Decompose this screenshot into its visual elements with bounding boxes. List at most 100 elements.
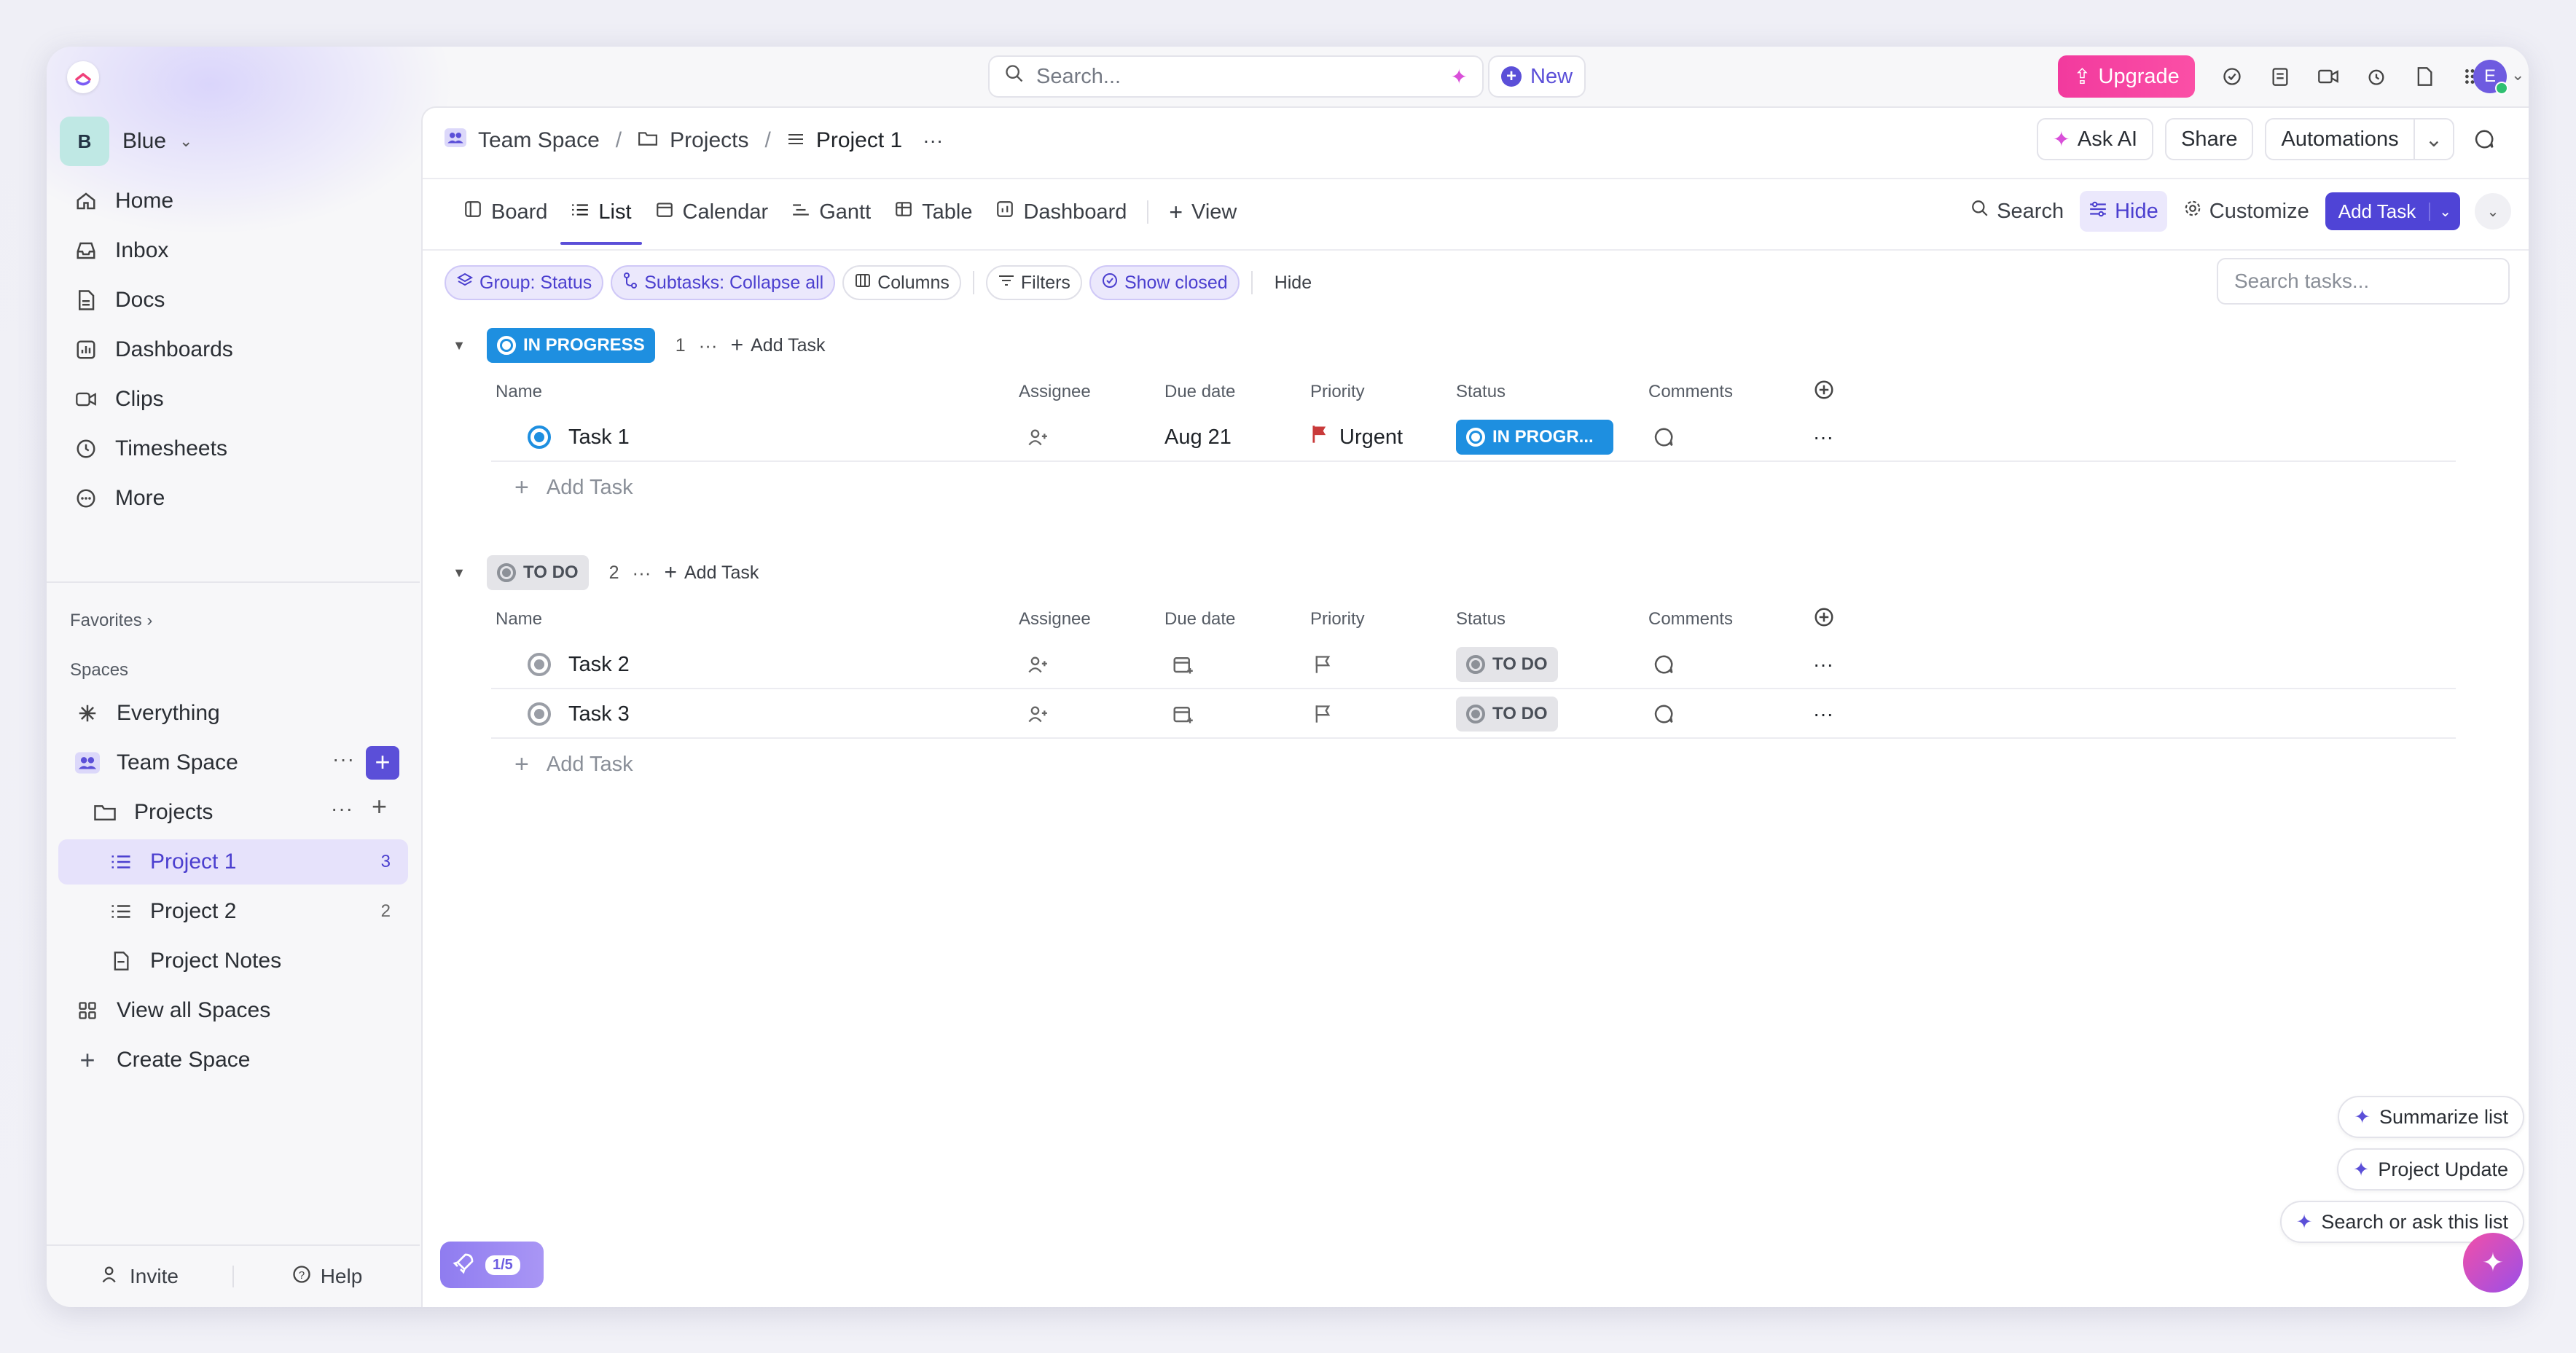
table-row[interactable]: Task 3 TO DO ··· [491, 689, 2456, 739]
help-button[interactable]: ? Help [234, 1264, 420, 1290]
more-dots-icon[interactable]: ··· [332, 748, 355, 771]
video-icon[interactable] [2311, 60, 2345, 93]
status-cell[interactable]: TO DO [1456, 640, 1558, 689]
project-update-button[interactable]: ✦ Project Update [2336, 1148, 2524, 1191]
search-tasks-input[interactable]: Search tasks... [2217, 258, 2510, 305]
status-cell[interactable]: IN PROGR... [1456, 412, 1613, 462]
comment-icon[interactable] [2466, 118, 2502, 160]
comment-icon[interactable] [1653, 640, 1675, 689]
collapse-triangle-icon[interactable]: ▼ [445, 338, 474, 353]
column-assignee[interactable]: Assignee [1019, 382, 1091, 402]
tab-calendar[interactable]: Calendar [645, 189, 779, 235]
sidebar-item-project-notes[interactable]: Project Notes [58, 938, 408, 984]
filters-chip[interactable]: Filters [985, 265, 1082, 300]
alarm-clock-icon[interactable] [2360, 60, 2393, 93]
task-name[interactable]: Task 3 [568, 689, 630, 739]
share-button[interactable]: Share [2165, 118, 2254, 160]
add-task-row[interactable]: + Add Task [491, 462, 2514, 513]
column-priority[interactable]: Priority [1310, 382, 1365, 402]
table-row[interactable]: Task 1 Aug 21 Urgent IN PROGR... ··· [491, 412, 2456, 462]
tab-list[interactable]: List [560, 189, 642, 245]
chevron-down-icon[interactable]: ⌄ [2429, 202, 2460, 221]
sidebar-item-team-space[interactable]: Team Space [58, 740, 408, 785]
ai-sparkle-icon[interactable]: ✦ [1451, 65, 1468, 89]
column-comments[interactable]: Comments [1648, 382, 1733, 402]
breadcrumb-projects[interactable]: Projects [670, 128, 748, 153]
column-comments[interactable]: Comments [1648, 609, 1733, 630]
new-button[interactable]: + New [1488, 55, 1586, 98]
chevron-down-icon[interactable]: ⌄ [2413, 119, 2453, 159]
tab-board[interactable]: Board [453, 189, 557, 235]
add-column-icon[interactable] [1813, 379, 1835, 406]
group-add-task-button[interactable]: + Add Task [731, 333, 826, 358]
column-assignee[interactable]: Assignee [1019, 609, 1091, 630]
column-due-date[interactable]: Due date [1164, 609, 1235, 630]
more-dots-icon[interactable]: ··· [699, 334, 718, 357]
status-pill-to-do[interactable]: TO DO [487, 555, 589, 590]
sidebar-item-create-space[interactable]: + Create Space [58, 1038, 408, 1083]
comment-icon[interactable] [1653, 689, 1675, 739]
set-priority-flag-icon[interactable] [1313, 689, 1332, 739]
sidebar-item-timesheets[interactable]: Timesheets [71, 424, 407, 474]
add-assignee-icon[interactable] [1026, 412, 1049, 462]
tab-table[interactable]: Table [884, 189, 982, 235]
show-closed-chip[interactable]: Show closed [1089, 265, 1240, 300]
collapse-triangle-icon[interactable]: ▼ [445, 565, 474, 581]
search-button[interactable]: Search [1962, 191, 2072, 232]
ai-assistant-button[interactable]: ✦ [2463, 1233, 2523, 1293]
task-status-toggle[interactable] [528, 689, 551, 739]
collapse-toolbar-button[interactable]: ⌄ [2475, 193, 2511, 230]
invite-button[interactable]: Invite [47, 1264, 232, 1290]
hide-chip[interactable]: Hide [1264, 272, 1322, 294]
row-more-dots-icon[interactable]: ··· [1813, 640, 1833, 689]
sidebar-item-clips[interactable]: Clips [71, 374, 407, 424]
task-status-toggle[interactable] [528, 412, 551, 462]
add-to-folder-button[interactable]: + [372, 791, 387, 822]
workspace-switcher[interactable]: B Blue ⌄ [60, 117, 192, 166]
notepad-icon[interactable] [2263, 60, 2297, 93]
clickup-logo[interactable] [67, 61, 99, 93]
set-due-date-icon[interactable] [1172, 689, 1194, 739]
chevron-down-icon[interactable]: ⌄ [2511, 66, 2524, 85]
subtasks-chip[interactable]: Subtasks: Collapse all [611, 265, 836, 300]
sidebar-item-more[interactable]: More [71, 474, 407, 523]
ask-ai-button[interactable]: ✦ Ask AI [2036, 118, 2154, 160]
comment-icon[interactable] [1653, 412, 1675, 462]
breadcrumb-team-space[interactable]: Team Space [478, 128, 600, 153]
column-status[interactable]: Status [1456, 609, 1506, 630]
task-name[interactable]: Task 2 [568, 640, 630, 689]
tab-dashboard[interactable]: Dashboard [985, 189, 1137, 235]
row-more-dots-icon[interactable]: ··· [1813, 689, 1833, 739]
add-assignee-icon[interactable] [1026, 640, 1049, 689]
doc-icon[interactable] [2408, 60, 2441, 93]
sidebar-item-project-2[interactable]: Project 2 2 [58, 889, 408, 934]
column-due-date[interactable]: Due date [1164, 382, 1235, 402]
summarize-list-button[interactable]: ✦ Summarize list [2338, 1096, 2524, 1138]
add-to-space-button[interactable]: + [366, 746, 399, 780]
onboarding-launcher[interactable]: 1/5 [440, 1242, 544, 1288]
priority-cell[interactable]: Urgent [1310, 412, 1403, 462]
group-status-chip[interactable]: Group: Status [445, 265, 604, 300]
favorites-header[interactable]: Favorites › [70, 611, 152, 631]
sidebar-item-projects[interactable]: Projects [58, 790, 408, 835]
sidebar-item-dashboards[interactable]: Dashboards [71, 325, 407, 374]
column-priority[interactable]: Priority [1310, 609, 1365, 630]
sidebar-item-inbox[interactable]: Inbox [71, 226, 407, 275]
task-status-toggle[interactable] [528, 640, 551, 689]
set-priority-flag-icon[interactable] [1313, 640, 1332, 689]
columns-chip[interactable]: Columns [842, 265, 961, 300]
upgrade-button[interactable]: ⇪ Upgrade [2058, 55, 2195, 98]
sidebar-item-project-1[interactable]: Project 1 3 [58, 839, 408, 885]
add-task-row[interactable]: + Add Task [491, 739, 2514, 790]
add-column-icon[interactable] [1813, 606, 1835, 633]
more-dots-icon[interactable]: ··· [923, 129, 943, 152]
column-status[interactable]: Status [1456, 382, 1506, 402]
user-avatar[interactable]: E [2473, 60, 2508, 95]
tab-gantt[interactable]: Gantt [781, 189, 881, 235]
set-due-date-icon[interactable] [1172, 640, 1194, 689]
sidebar-item-view-all-spaces[interactable]: View all Spaces [58, 988, 408, 1033]
global-search-input[interactable]: Search... ✦ [988, 55, 1484, 98]
add-view-button[interactable]: + View [1159, 189, 1247, 235]
hide-button[interactable]: Hide [2080, 191, 2167, 232]
customize-button[interactable]: Customize [2174, 191, 2318, 232]
